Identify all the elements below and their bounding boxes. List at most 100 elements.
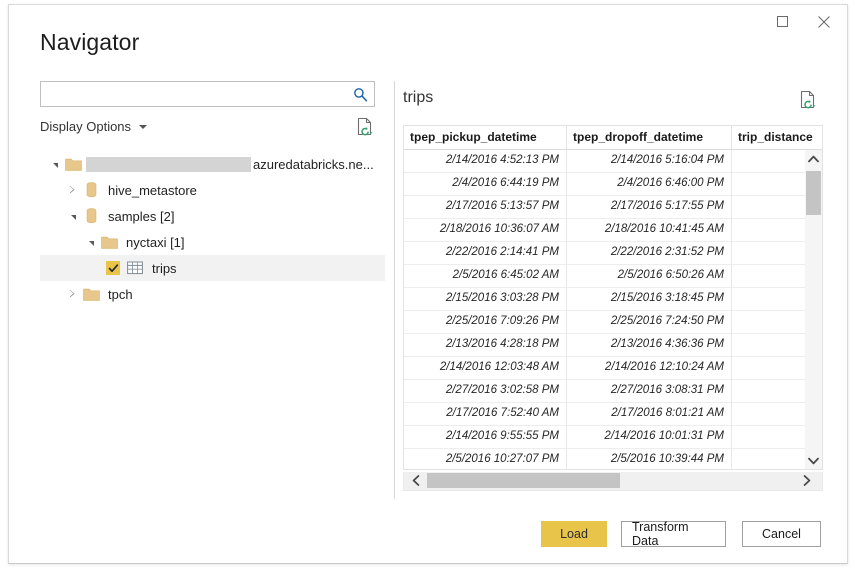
table-row: 2/18/2016 10:36:07 AM2/18/2016 10:41:45 …	[404, 219, 822, 242]
display-options-label: Display Options	[40, 119, 131, 134]
refresh-page-icon[interactable]	[355, 116, 375, 138]
table-cell: 2/27/2016 3:02:58 PM	[404, 380, 567, 402]
options-row: Display Options	[40, 119, 375, 141]
search-input[interactable]	[41, 82, 346, 106]
tree-node-workspace[interactable]: azuredatabricks.ne...	[40, 151, 385, 177]
tree-node-label: trips	[152, 261, 177, 276]
page-title: Navigator	[40, 29, 139, 56]
maximize-icon	[777, 16, 788, 27]
maximize-button[interactable]	[761, 5, 803, 38]
tree-node-label: samples [2]	[108, 209, 174, 224]
table-row: 2/17/2016 5:13:57 PM2/17/2016 5:17:55 PM	[404, 196, 822, 219]
table-row: 2/25/2016 7:09:26 PM2/25/2016 7:24:50 PM	[404, 311, 822, 334]
table-cell: 2/5/2016 10:27:07 PM	[404, 449, 567, 469]
table-row: 2/17/2016 7:52:40 AM2/17/2016 8:01:21 AM	[404, 403, 822, 426]
table-cell: 2/22/2016 2:14:41 PM	[404, 242, 567, 264]
table-row: 2/4/2016 6:44:19 PM2/4/2016 6:46:00 PM	[404, 173, 822, 196]
close-button[interactable]	[803, 5, 845, 38]
tree-node-label: azuredatabricks.ne...	[253, 157, 374, 172]
expand-toggle-icon[interactable]	[84, 229, 98, 255]
table-row: 2/22/2016 2:14:41 PM2/22/2016 2:31:52 PM	[404, 242, 822, 265]
redacted-workspace-name	[86, 157, 251, 172]
table-row: 2/15/2016 3:03:28 PM2/15/2016 3:18:45 PM	[404, 288, 822, 311]
table-cell: 2/18/2016 10:41:45 AM	[567, 219, 732, 241]
check-icon	[108, 263, 119, 274]
table-cell: 2/13/2016 4:28:18 PM	[404, 334, 567, 356]
right-pane: trips tpep_pickup_datetime tpep_dropoff_…	[403, 81, 823, 501]
preview-grid: tpep_pickup_datetime tpep_dropoff_dateti…	[403, 125, 823, 470]
navigator-dialog: Navigator Display Options	[8, 4, 848, 564]
tree-node-label: hive_metastore	[108, 183, 197, 198]
tree-node-nyctaxi[interactable]: nyctaxi [1]	[40, 229, 385, 255]
table-cell: 2/5/2016 10:39:44 PM	[567, 449, 732, 469]
refresh-page-icon[interactable]	[798, 89, 818, 111]
table-row: 2/14/2016 12:03:48 AM2/14/2016 12:10:24 …	[404, 357, 822, 380]
table-cell: 2/14/2016 5:16:04 PM	[567, 150, 732, 172]
table-cell: 2/14/2016 9:55:55 PM	[404, 426, 567, 448]
tree-node-samples[interactable]: samples [2]	[40, 203, 385, 229]
scroll-right-icon[interactable]	[797, 472, 816, 489]
table-row: 2/14/2016 4:52:13 PM2/14/2016 5:16:04 PM	[404, 150, 822, 173]
expand-toggle-icon[interactable]	[66, 177, 80, 203]
column-header-pickup[interactable]: tpep_pickup_datetime	[404, 126, 567, 149]
search-icon[interactable]	[350, 85, 370, 103]
tree-node-trips[interactable]: trips	[40, 255, 385, 281]
vertical-scroll-thumb[interactable]	[806, 171, 821, 215]
table-row: 2/5/2016 10:27:07 PM2/5/2016 10:39:44 PM	[404, 449, 822, 469]
table-cell: 2/5/2016 6:50:26 AM	[567, 265, 732, 287]
table-cell: 2/5/2016 6:45:02 AM	[404, 265, 567, 287]
table-cell: 2/14/2016 12:10:24 AM	[567, 357, 732, 379]
display-options-dropdown[interactable]: Display Options	[40, 119, 147, 134]
tree-node-tpch[interactable]: tpch	[40, 281, 385, 307]
trips-checkbox[interactable]	[106, 261, 120, 275]
table-cell: 2/25/2016 7:24:50 PM	[567, 311, 732, 333]
table-cell: 2/4/2016 6:44:19 PM	[404, 173, 567, 195]
search-box[interactable]	[40, 81, 375, 107]
scroll-up-icon[interactable]	[805, 150, 822, 167]
database-icon	[80, 177, 102, 203]
table-cell: 2/17/2016 5:13:57 PM	[404, 196, 567, 218]
table-row: 2/27/2016 3:02:58 PM2/27/2016 3:08:31 PM	[404, 380, 822, 403]
folder-icon	[98, 229, 120, 255]
expand-toggle-icon[interactable]	[48, 151, 62, 177]
scroll-left-icon[interactable]	[406, 472, 425, 489]
scroll-down-icon[interactable]	[805, 452, 822, 469]
table-row: 2/13/2016 4:28:18 PM2/13/2016 4:36:36 PM	[404, 334, 822, 357]
database-icon	[80, 203, 102, 229]
expand-toggle-icon[interactable]	[66, 281, 80, 307]
table-cell: 2/25/2016 7:09:26 PM	[404, 311, 567, 333]
table-cell: 2/14/2016 10:01:31 PM	[567, 426, 732, 448]
left-pane: Display Options	[40, 81, 385, 513]
footer: Load Transform Data Cancel	[9, 507, 847, 563]
tree-node-hive-metastore[interactable]: hive_metastore	[40, 177, 385, 203]
navigator-tree: azuredatabricks.ne... hive_metastore	[40, 151, 385, 307]
tree-node-label: tpch	[108, 287, 133, 302]
folder-icon	[62, 151, 84, 177]
screen: Navigator Display Options	[0, 0, 855, 575]
expand-toggle-icon[interactable]	[66, 203, 80, 229]
column-header-dropoff[interactable]: tpep_dropoff_datetime	[567, 126, 732, 149]
transform-data-button[interactable]: Transform Data	[621, 521, 726, 547]
table-cell: 2/4/2016 6:46:00 PM	[567, 173, 732, 195]
table-cell: 2/15/2016 3:18:45 PM	[567, 288, 732, 310]
table-icon	[124, 255, 146, 281]
table-cell: 2/27/2016 3:08:31 PM	[567, 380, 732, 402]
horizontal-scroll-thumb[interactable]	[427, 473, 620, 488]
table-cell: 2/22/2016 2:31:52 PM	[567, 242, 732, 264]
table-cell: 2/15/2016 3:03:28 PM	[404, 288, 567, 310]
load-button[interactable]: Load	[541, 521, 607, 547]
table-cell: 2/14/2016 12:03:48 AM	[404, 357, 567, 379]
table-cell: 2/13/2016 4:36:36 PM	[567, 334, 732, 356]
horizontal-scrollbar[interactable]	[403, 472, 823, 491]
grid-header-row: tpep_pickup_datetime tpep_dropoff_dateti…	[404, 126, 822, 150]
table-cell: 2/17/2016 7:52:40 AM	[404, 403, 567, 425]
close-icon	[818, 16, 830, 28]
column-header-distance[interactable]: trip_distance	[732, 126, 823, 149]
table-cell: 2/14/2016 4:52:13 PM	[404, 150, 567, 172]
pane-divider	[394, 81, 395, 499]
vertical-scrollbar[interactable]	[805, 150, 822, 469]
table-cell: 2/17/2016 5:17:55 PM	[567, 196, 732, 218]
table-row: 2/14/2016 9:55:55 PM2/14/2016 10:01:31 P…	[404, 426, 822, 449]
cancel-button[interactable]: Cancel	[742, 521, 821, 547]
table-cell: 2/17/2016 8:01:21 AM	[567, 403, 732, 425]
